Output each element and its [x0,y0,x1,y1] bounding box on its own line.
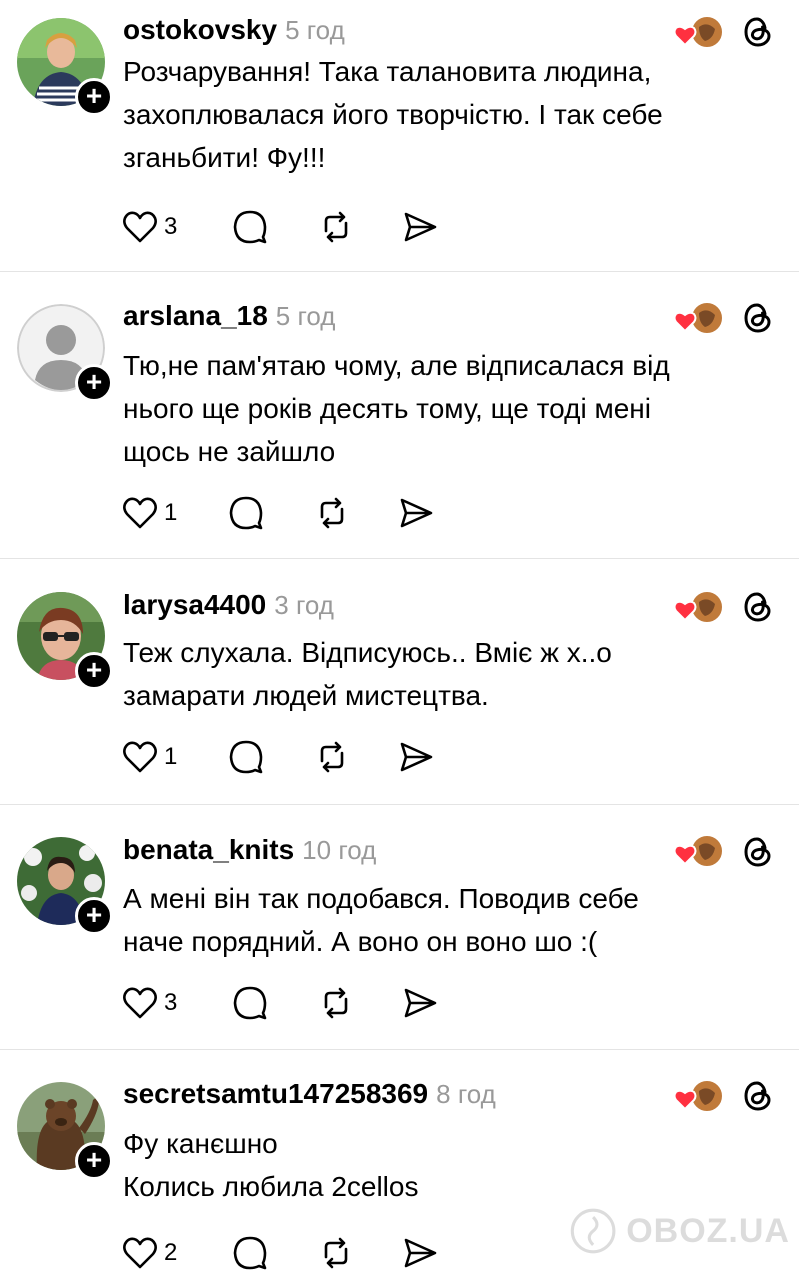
username[interactable]: secretsamtu147258369 [123,1078,428,1110]
heart-icon [123,1237,157,1269]
heart-icon [123,987,157,1019]
username[interactable]: arslana_18 [123,300,268,332]
avatar-container[interactable]: + [17,304,113,402]
threads-icon[interactable] [740,834,776,870]
comment-icon [229,740,263,774]
like-count: 1 [164,743,178,770]
heart-icon [123,211,157,243]
comment-text: Тю,не пам'ятаю чому, але відписалася від… [123,350,670,467]
send-icon [404,988,437,1018]
author-liked-icon [673,301,725,335]
follow-button[interactable]: + [75,652,113,690]
send-icon [400,498,433,528]
post-meta: arslana_18 5 год [123,300,335,336]
timestamp: 5 год [285,15,345,45]
share-button[interactable] [402,983,438,1023]
heart-icon [123,741,157,773]
username[interactable]: ostokovsky [123,14,277,46]
like-button[interactable]: 1 [122,737,177,777]
timestamp: 10 год [302,835,377,865]
repost-icon [324,1237,348,1269]
share-button[interactable] [402,1233,438,1273]
repost-icon [320,497,344,529]
avatar-container[interactable]: + [17,592,113,690]
like-count: 2 [164,1239,178,1266]
repost-icon [324,987,348,1019]
comment-icon [233,210,267,244]
comment-icon [229,496,263,530]
share-button[interactable] [398,493,434,533]
reply-button[interactable] [232,1233,268,1273]
follow-button[interactable]: + [75,78,113,116]
watermark: OBOZ.UA [570,1196,790,1266]
author-liked-icon [673,1079,725,1113]
author-liked-icon [673,15,725,49]
reply-button[interactable] [228,493,264,533]
like-count: 1 [164,499,178,526]
follow-button[interactable]: + [75,1142,113,1180]
like-count: 3 [164,213,178,240]
like-button[interactable]: 1 [122,493,177,533]
repost-button[interactable] [318,1233,354,1273]
reply-button[interactable] [232,983,268,1023]
comment-post: + larysa4400 3 год Теж слухала. Відписую… [0,559,799,805]
post-meta: ostokovsky 5 год [123,14,345,50]
post-meta: larysa4400 3 год [123,589,334,625]
share-button[interactable] [402,207,438,247]
reply-button[interactable] [232,207,268,247]
like-button[interactable]: 2 [122,1233,177,1273]
threads-icon[interactable] [740,300,776,336]
watermark-text: OBOZ.UA [626,1211,790,1250]
comment-text: А мені він так подобався. Поводив себе н… [123,883,639,957]
comment-post: + benata_knits 10 год А мені він так под… [0,805,799,1050]
like-count: 3 [164,989,178,1016]
share-button[interactable] [398,737,434,777]
send-icon [404,212,437,242]
repost-button[interactable] [314,737,350,777]
post-meta: secretsamtu147258369 8 год [123,1078,496,1114]
author-liked-icon [673,590,725,624]
repost-icon [320,741,344,773]
username[interactable]: larysa4400 [123,589,266,621]
reply-button[interactable] [228,737,264,777]
threads-icon[interactable] [740,589,776,625]
comment-post: + ostokovsky 5 год Розчарування! Така та… [0,0,799,272]
comment-icon [233,1236,267,1270]
heart-icon [123,497,157,529]
comment-text: Розчарування! Така талановита людина, за… [123,56,663,173]
comment-text: Теж слухала. Відписуюсь.. Вміє ж х..о за… [123,637,612,711]
repost-button[interactable] [314,493,350,533]
threads-icon[interactable] [740,14,776,50]
like-button[interactable]: 3 [122,207,177,247]
avatar-container[interactable]: + [17,1082,113,1180]
timestamp: 5 год [275,301,336,331]
username[interactable]: benata_knits [123,834,294,866]
timestamp: 3 год [274,590,334,620]
send-icon [400,742,433,772]
oboz-logo-icon [570,1208,616,1254]
like-button[interactable]: 3 [122,983,177,1023]
comment-icon [233,986,267,1020]
threads-icon[interactable] [740,1078,776,1114]
timestamp: 8 год [436,1079,496,1109]
author-liked-icon [673,834,725,868]
repost-icon [324,211,348,243]
send-icon [404,1238,437,1268]
comment-post: + arslana_18 5 год Тю,не пам'ятаю чому, … [0,272,799,559]
repost-button[interactable] [318,983,354,1023]
follow-button[interactable]: + [75,364,113,402]
follow-button[interactable]: + [75,897,113,935]
repost-button[interactable] [318,207,354,247]
avatar-container[interactable]: + [17,837,113,935]
post-meta: benata_knits 10 год [123,834,376,870]
avatar-container[interactable]: + [17,18,113,116]
